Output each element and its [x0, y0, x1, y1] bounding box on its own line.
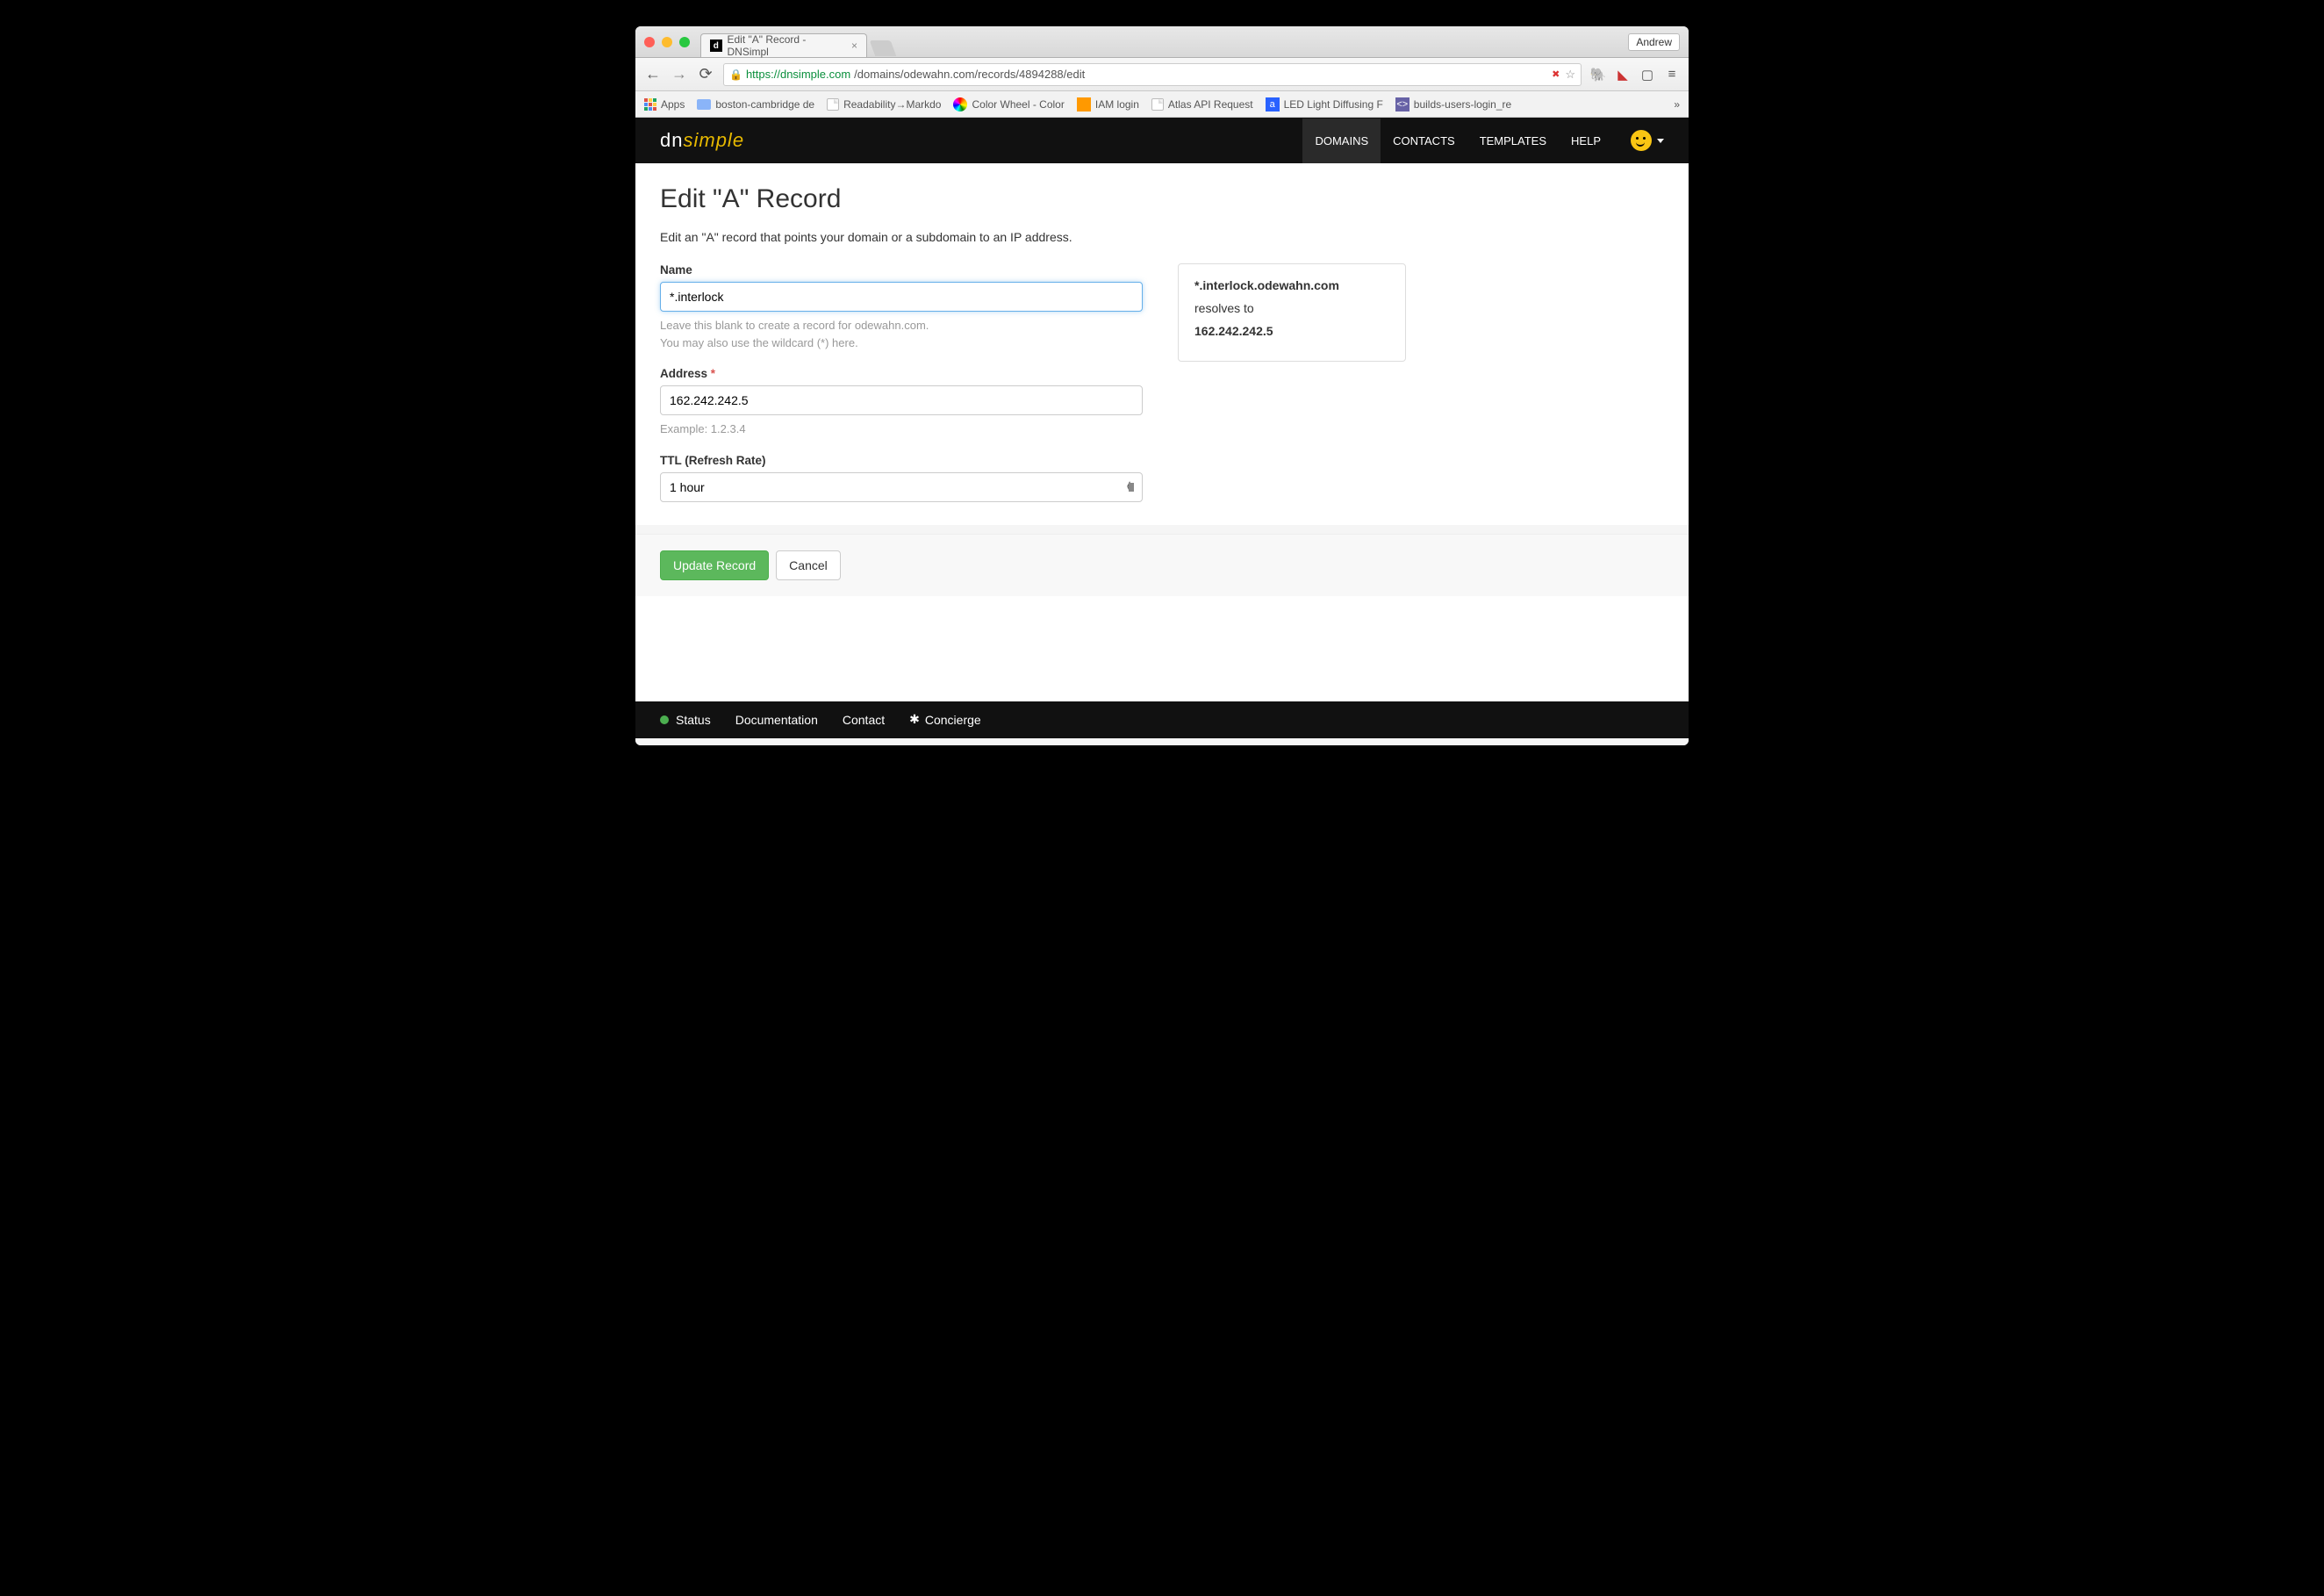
page-subtitle: Edit an "A" record that points your doma… [660, 230, 1664, 244]
name-help-1: Leave this blank to create a record for … [660, 317, 1143, 334]
footer-contact[interactable]: Contact [843, 713, 885, 727]
footer-status[interactable]: Status [676, 713, 711, 727]
bookmark-item[interactable]: boston-cambridge de [697, 98, 814, 111]
logo[interactable]: dnsimple [660, 129, 744, 152]
cancel-button[interactable]: Cancel [776, 550, 841, 580]
address-bar[interactable]: 🔒 https://dnsimple.com/domains/odewahn.c… [723, 63, 1582, 86]
bookmark-item[interactable]: <> builds-users-login_re [1395, 97, 1511, 111]
window-bottom-gap [635, 738, 1689, 745]
address-input[interactable] [660, 385, 1143, 415]
page-content: Edit "A" Record Edit an "A" record that … [635, 163, 1689, 525]
primary-nav: DOMAINS CONTACTS TEMPLATES HELP [1302, 119, 1664, 163]
folder-icon [697, 99, 711, 110]
chrome-profile-badge[interactable]: Andrew [1628, 33, 1680, 51]
footer-concierge[interactable]: ✱ Concierge [909, 712, 981, 727]
page-icon [1151, 98, 1164, 111]
minimize-window-button[interactable] [662, 37, 672, 47]
bookmarks-overflow-icon[interactable]: » [1674, 98, 1680, 111]
app-footer: Status Documentation Contact ✱ Concierge [635, 701, 1689, 738]
nav-help[interactable]: HELP [1559, 119, 1613, 163]
page-title: Edit "A" Record [660, 184, 1664, 214]
bookmark-item[interactable]: a LED Light Diffusing F [1266, 97, 1383, 111]
browser-toolbar: ← → ⟳ 🔒 https://dnsimple.com/domains/ode… [635, 58, 1689, 91]
window-controls [644, 37, 690, 47]
preview-ip: 162.242.242.5 [1194, 324, 1389, 338]
extension-icons: 🐘 ◣ ▢ ≡ [1590, 67, 1680, 83]
close-tab-icon[interactable]: × [851, 40, 857, 52]
nav-contacts[interactable]: CONTACTS [1381, 119, 1467, 163]
snowflake-icon: ✱ [909, 712, 920, 727]
page-icon [827, 98, 839, 111]
ttl-select[interactable] [660, 472, 1143, 502]
aws-icon [1077, 97, 1091, 111]
tab-title: Edit "A" Record - DNSimpl [728, 33, 846, 58]
bookmark-item[interactable]: Atlas API Request [1151, 98, 1253, 111]
bookmark-item[interactable]: IAM login [1077, 97, 1139, 111]
chrome-menu-icon[interactable]: ≡ [1664, 67, 1680, 83]
preview-panel: *.interlock.odewahn.com resolves to 162.… [1178, 263, 1406, 362]
app-header: dnsimple DOMAINS CONTACTS TEMPLATES HELP [635, 118, 1689, 163]
heroku-icon: <> [1395, 97, 1409, 111]
zoom-window-button[interactable] [679, 37, 690, 47]
browser-tab-strip: d Edit "A" Record - DNSimpl × Andrew [635, 26, 1689, 58]
url-path: /domains/odewahn.com/records/4894288/edi… [854, 68, 1085, 81]
bookmarks-bar: Apps boston-cambridge de Readability→Mar… [635, 91, 1689, 118]
extension-icon-2[interactable]: ◣ [1615, 67, 1631, 83]
address-help: Example: 1.2.3.4 [660, 421, 1143, 438]
close-window-button[interactable] [644, 37, 655, 47]
colorwheel-icon [953, 97, 967, 111]
browser-window: d Edit "A" Record - DNSimpl × Andrew ← →… [635, 26, 1689, 745]
evernote-icon[interactable]: 🐘 [1590, 67, 1606, 83]
name-help-2: You may also use the wildcard (*) here. [660, 334, 1143, 352]
forward-button[interactable]: → [671, 65, 688, 83]
new-tab-button[interactable] [870, 40, 897, 56]
cast-icon[interactable]: ▢ [1639, 67, 1655, 83]
bookmark-star-icon[interactable]: ☆ [1565, 68, 1575, 82]
ttl-label: TTL (Refresh Rate) [660, 454, 1143, 467]
record-form: Name Leave this blank to create a record… [660, 263, 1143, 518]
adafruit-icon: a [1266, 97, 1280, 111]
name-label: Name [660, 263, 1143, 277]
abp-icon[interactable]: ✖ [1552, 68, 1560, 80]
apps-icon [644, 98, 656, 111]
apps-button[interactable]: Apps [644, 98, 685, 111]
reload-button[interactable]: ⟳ [697, 65, 714, 83]
page-spacer [635, 596, 1689, 701]
bookmark-item[interactable]: Readability→Markdo [827, 98, 941, 111]
footer-documentation[interactable]: Documentation [735, 713, 818, 727]
user-menu[interactable] [1631, 130, 1664, 151]
back-button[interactable]: ← [644, 65, 662, 83]
browser-tab[interactable]: d Edit "A" Record - DNSimpl × [700, 33, 867, 57]
name-input[interactable] [660, 282, 1143, 312]
nav-templates[interactable]: TEMPLATES [1467, 119, 1559, 163]
preview-resolves-label: resolves to [1194, 301, 1389, 315]
form-actions: Update Record Cancel [635, 534, 1689, 596]
required-asterisk: * [711, 367, 715, 380]
lock-icon: 🔒 [729, 68, 742, 81]
address-label: Address * [660, 367, 1143, 380]
update-record-button[interactable]: Update Record [660, 550, 769, 580]
nav-domains[interactable]: DOMAINS [1302, 119, 1381, 163]
url-host: https://dnsimple.com [746, 68, 850, 81]
bookmark-item[interactable]: Color Wheel - Color [953, 97, 1064, 111]
status-dot-icon [660, 715, 669, 724]
avatar-icon [1631, 130, 1652, 151]
caret-down-icon [1657, 139, 1664, 143]
tab-favicon: d [710, 40, 722, 52]
preview-hostname: *.interlock.odewahn.com [1194, 278, 1389, 292]
